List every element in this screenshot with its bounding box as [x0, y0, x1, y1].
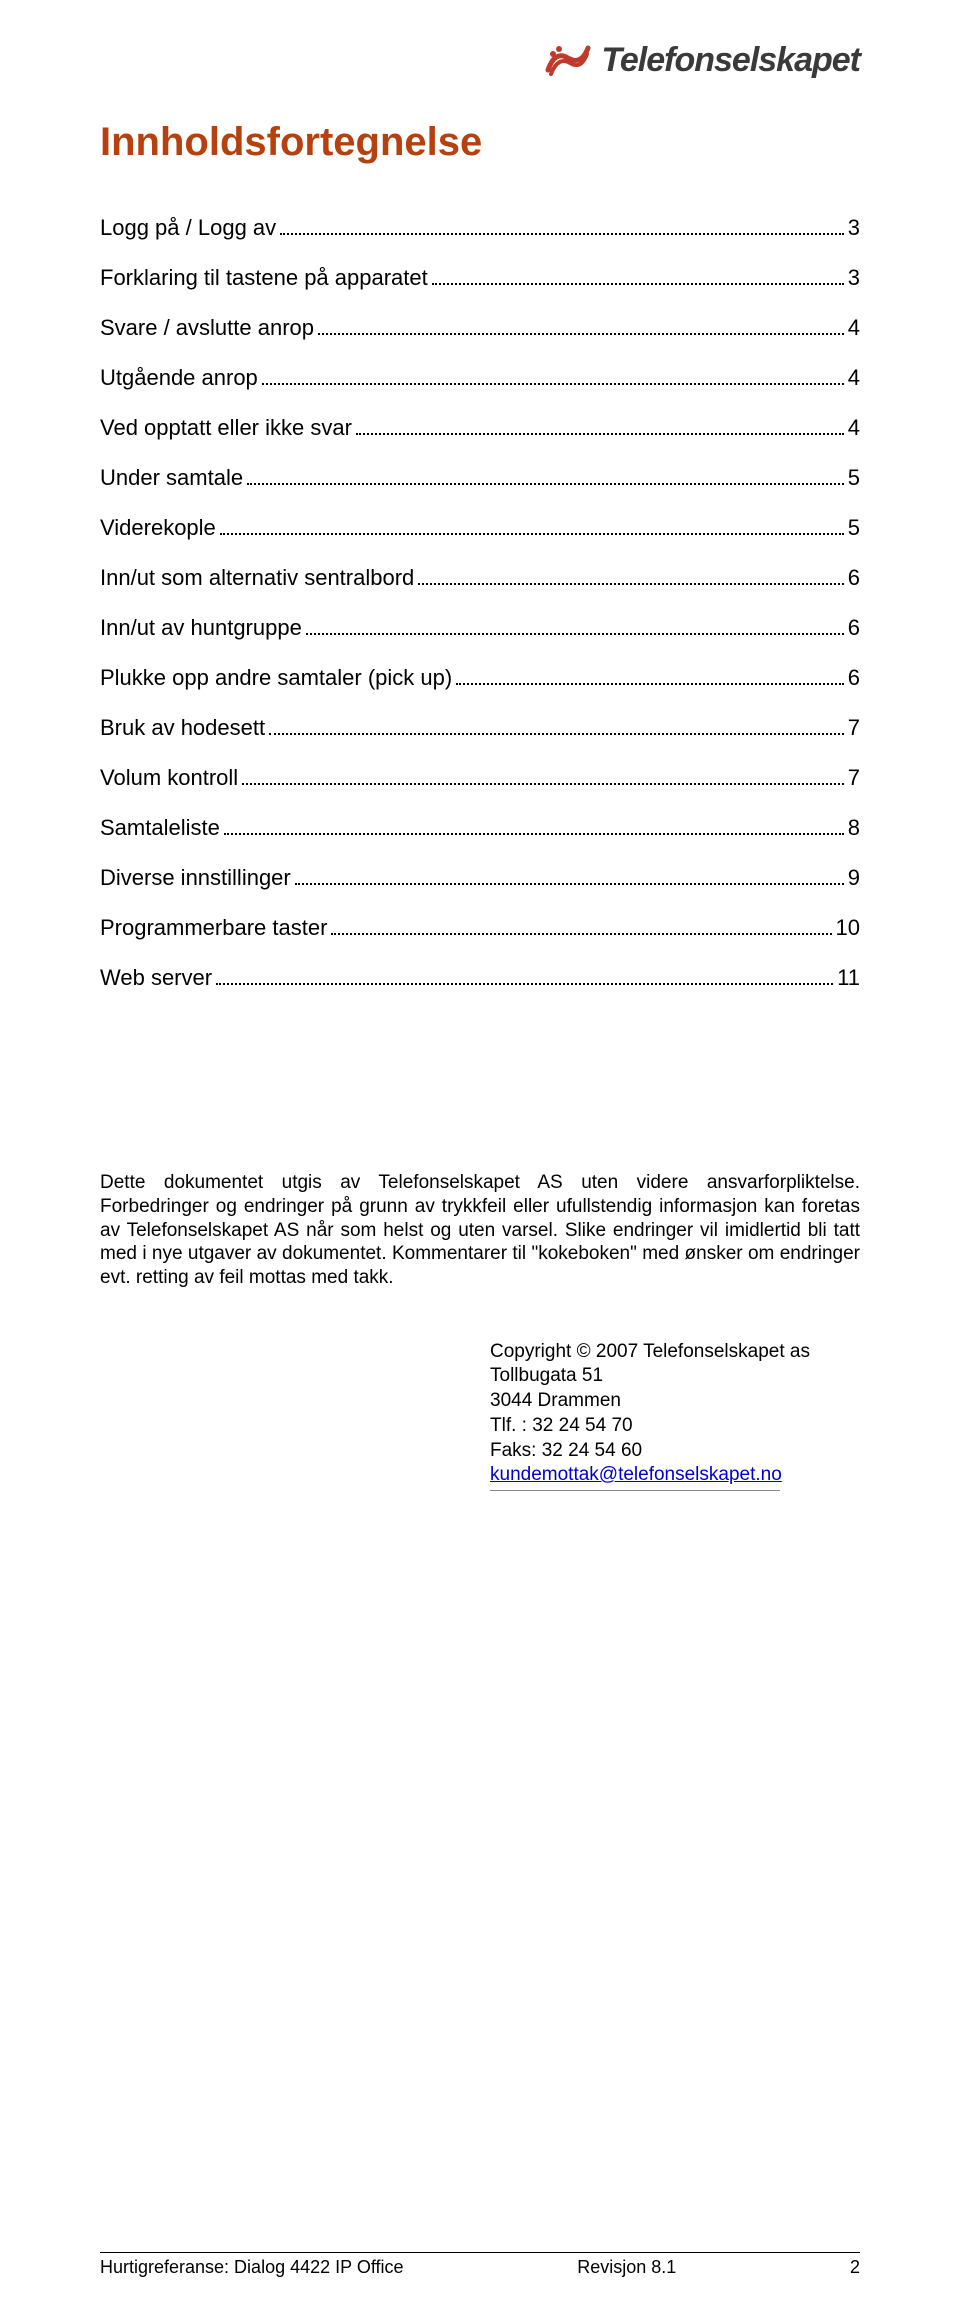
toc-dots: [269, 733, 844, 735]
toc-page: 5: [848, 465, 860, 491]
copyright-address-1: Tollbugata 51: [490, 1364, 860, 1389]
toc-label: Logg på / Logg av: [100, 215, 276, 241]
toc-label: Inn/ut av huntgruppe: [100, 615, 302, 641]
copyright-fax: Faks: 32 24 54 60: [490, 1439, 860, 1464]
toc-label: Inn/ut som alternativ sentralbord: [100, 565, 414, 591]
toc-label: Bruk av hodesett: [100, 715, 265, 741]
page-title: Innholdsfortegnelse: [100, 120, 860, 165]
contact-email-link[interactable]: kundemottak@telefonselskapet.no: [490, 1464, 782, 1485]
toc-dots: [306, 633, 844, 635]
toc-dots: [280, 233, 844, 235]
toc-page: 4: [848, 415, 860, 441]
toc-item[interactable]: Diverse innstillinger 9: [100, 865, 860, 891]
toc-page: 7: [848, 715, 860, 741]
toc-dots: [318, 333, 844, 335]
toc-dots: [262, 383, 844, 385]
toc-page: 6: [848, 615, 860, 641]
copyright-phone: Tlf. : 32 24 54 70: [490, 1414, 860, 1439]
toc-item[interactable]: Bruk av hodesett 7: [100, 715, 860, 741]
toc-item[interactable]: Viderekople 5: [100, 515, 860, 541]
toc-label: Samtaleliste: [100, 815, 220, 841]
footer-left: Hurtigreferanse: Dialog 4422 IP Office: [100, 2257, 404, 2278]
toc-page: 3: [848, 215, 860, 241]
toc-dots: [216, 983, 833, 985]
toc-page: 10: [836, 915, 860, 941]
toc-dots: [295, 883, 844, 885]
toc-dots: [247, 483, 844, 485]
footer-divider: [100, 2252, 860, 2253]
toc-item[interactable]: Inn/ut av huntgruppe 6: [100, 615, 860, 641]
toc-item[interactable]: Plukke opp andre samtaler (pick up) 6: [100, 665, 860, 691]
toc-label: Forklaring til tastene på apparatet: [100, 265, 428, 291]
disclaimer-text: Dette dokumentet utgis av Telefonselskap…: [100, 1171, 860, 1290]
footer-page-number: 2: [850, 2257, 860, 2278]
document-page: Telefonselskapet Innholdsfortegnelse Log…: [0, 0, 960, 2318]
toc-item[interactable]: Utgående anrop 4: [100, 365, 860, 391]
toc-label: Web server: [100, 965, 212, 991]
toc-dots: [432, 283, 844, 285]
toc-item[interactable]: Ved opptatt eller ikke svar 4: [100, 415, 860, 441]
toc-label: Programmerbare taster: [100, 915, 327, 941]
toc-item[interactable]: Programmerbare taster 10: [100, 915, 860, 941]
company-logo-icon: [543, 40, 593, 80]
toc-item[interactable]: Under samtale 5: [100, 465, 860, 491]
toc-label: Volum kontroll: [100, 765, 238, 791]
table-of-contents: Logg på / Logg av 3 Forklaring til taste…: [100, 215, 860, 991]
toc-page: 5: [848, 515, 860, 541]
toc-item[interactable]: Samtaleliste 8: [100, 815, 860, 841]
toc-item[interactable]: Volum kontroll 7: [100, 765, 860, 791]
toc-page: 3: [848, 265, 860, 291]
toc-page: 6: [848, 565, 860, 591]
toc-label: Viderekople: [100, 515, 216, 541]
toc-page: 4: [848, 365, 860, 391]
toc-page: 11: [837, 965, 860, 991]
toc-dots: [356, 433, 844, 435]
toc-page: 9: [848, 865, 860, 891]
page-footer: Hurtigreferanse: Dialog 4422 IP Office R…: [100, 2252, 860, 2278]
toc-dots: [418, 583, 843, 585]
copyright-block: Copyright © 2007 Telefonselskapet as Tol…: [490, 1340, 860, 1491]
footer-center: Revisjon 8.1: [577, 2257, 676, 2278]
toc-page: 4: [848, 315, 860, 341]
header-logo: Telefonselskapet: [100, 40, 860, 80]
toc-item[interactable]: Svare / avslutte anrop 4: [100, 315, 860, 341]
toc-label: Plukke opp andre samtaler (pick up): [100, 665, 452, 691]
toc-item[interactable]: Logg på / Logg av 3: [100, 215, 860, 241]
toc-label: Under samtale: [100, 465, 243, 491]
toc-item[interactable]: Inn/ut som alternativ sentralbord 6: [100, 565, 860, 591]
toc-page: 7: [848, 765, 860, 791]
divider: [490, 1490, 780, 1491]
copyright-line: Copyright © 2007 Telefonselskapet as: [490, 1340, 860, 1365]
toc-dots: [220, 533, 844, 535]
toc-dots: [224, 833, 844, 835]
company-logo-text: Telefonselskapet: [601, 41, 860, 80]
toc-dots: [242, 783, 844, 785]
toc-dots: [331, 933, 831, 935]
toc-label: Ved opptatt eller ikke svar: [100, 415, 352, 441]
toc-page: 6: [848, 665, 860, 691]
toc-dots: [456, 683, 844, 685]
toc-label: Svare / avslutte anrop: [100, 315, 314, 341]
toc-page: 8: [848, 815, 860, 841]
toc-item[interactable]: Forklaring til tastene på apparatet 3: [100, 265, 860, 291]
toc-item[interactable]: Web server 11: [100, 965, 860, 991]
copyright-address-2: 3044 Drammen: [490, 1389, 860, 1414]
toc-label: Diverse innstillinger: [100, 865, 291, 891]
toc-label: Utgående anrop: [100, 365, 258, 391]
